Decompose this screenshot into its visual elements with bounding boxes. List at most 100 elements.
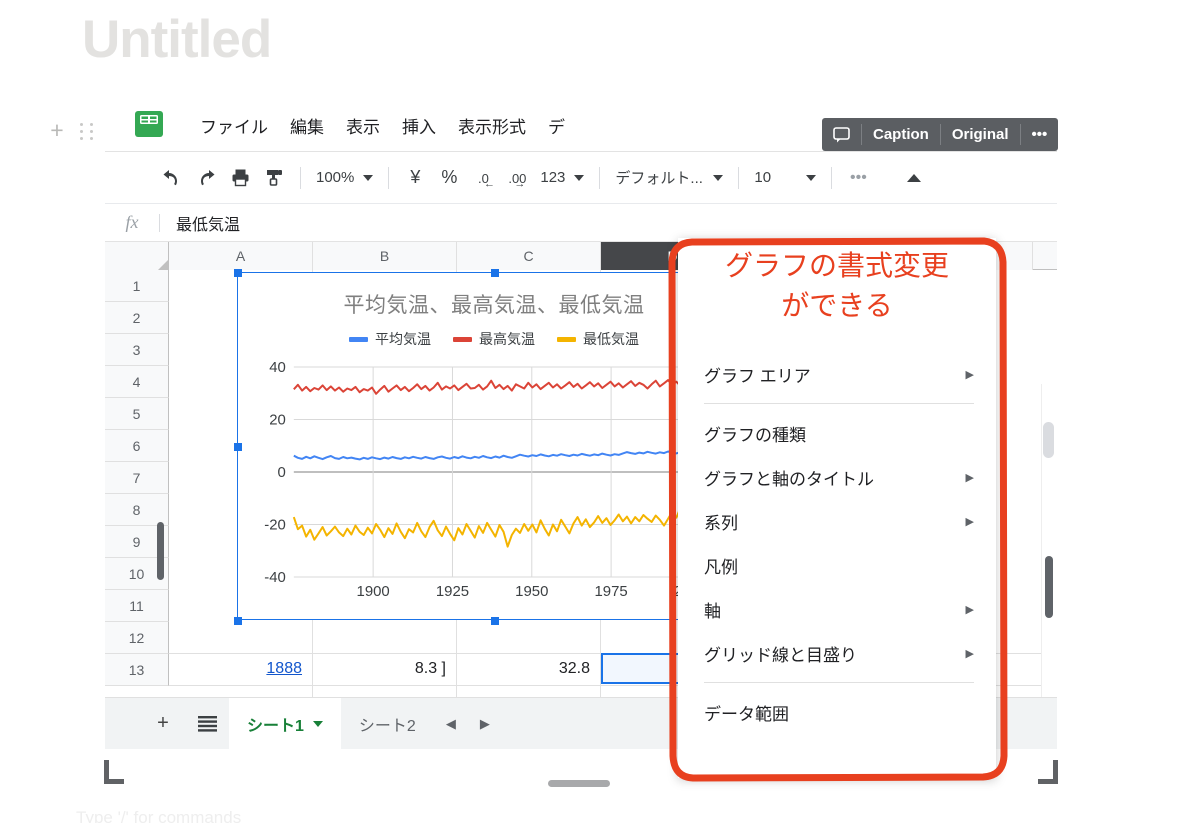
menu-item-insert[interactable]: 挿入 <box>402 113 436 138</box>
submenu-arrow-icon: ▶ <box>965 647 974 660</box>
menu-item-data[interactable]: デ <box>548 113 565 138</box>
annotation-text-line-1: グラフの書式変更 <box>724 250 949 281</box>
number-format-selector[interactable]: 123 <box>534 169 590 186</box>
percent-button[interactable]: % <box>432 163 466 193</box>
screenshot-root: Untitled + 🔗 共有 ログイン ファイル 編集 表示 挿入 <box>0 0 1200 823</box>
menu-item-file[interactable]: ファイル <box>200 113 268 138</box>
menu-series[interactable]: 系列 ▶ <box>678 499 996 543</box>
menu-data-range[interactable]: データ範囲 <box>678 690 996 734</box>
row-header[interactable]: 1 <box>105 270 169 302</box>
row-header[interactable]: 5 <box>105 398 169 430</box>
drag-handle-icon[interactable] <box>80 123 96 141</box>
comment-button[interactable] <box>822 118 861 151</box>
menu-item-list: ファイル 編集 表示 挿入 表示形式 デ <box>200 110 565 140</box>
menu-item-format[interactable]: 表示形式 <box>458 113 526 138</box>
scrollbar-thumb-outer[interactable] <box>1043 422 1054 458</box>
row-header[interactable]: 13 <box>105 654 169 686</box>
paint-format-icon[interactable] <box>257 163 291 193</box>
select-all-corner[interactable] <box>105 242 169 270</box>
menu-label: グラフ エリア <box>704 366 811 386</box>
column-header-a[interactable]: A <box>169 242 313 270</box>
redo-icon[interactable] <box>189 163 223 193</box>
row-header[interactable]: 12 <box>105 622 169 654</box>
sheet-tab-2[interactable]: シート2 <box>341 698 434 750</box>
resize-handle-w[interactable] <box>234 443 242 451</box>
chart-legend: 平均気温 最高気温 最低気温 <box>238 329 750 349</box>
legend-item-avg[interactable]: 平均気温 <box>349 329 431 349</box>
zoom-selector[interactable]: 100% <box>310 169 379 186</box>
menu-axis[interactable]: 軸 ▶ <box>678 587 996 631</box>
chevron-down-icon[interactable] <box>312 720 323 727</box>
google-sheets-icon[interactable] <box>133 110 165 140</box>
chart-series-line-1 <box>293 378 739 395</box>
menu-label: 系列 <box>704 513 738 533</box>
add-sheet-button[interactable]: + <box>141 698 185 750</box>
formula-bar[interactable]: fx 最低気温 <box>105 204 1057 242</box>
menu-item-view[interactable]: 表示 <box>346 113 380 138</box>
cell-a13[interactable]: 1888 <box>169 653 312 685</box>
prev-sheet-icon[interactable]: ◀ <box>434 698 468 750</box>
resize-handle-nw[interactable] <box>234 269 242 277</box>
collapse-toolbar-icon[interactable] <box>897 163 931 193</box>
decrease-decimal-button[interactable]: .0 ← <box>466 163 500 193</box>
column-header-c[interactable]: C <box>457 242 601 270</box>
menu-label: グラフの種類 <box>704 425 806 445</box>
cell-c13[interactable]: 32.8 <box>457 653 600 685</box>
row-header[interactable]: 11 <box>105 590 169 622</box>
resize-handle-sw[interactable] <box>234 617 242 625</box>
row-header[interactable]: 6 <box>105 430 169 462</box>
menu-legend[interactable]: 凡例 <box>678 543 996 587</box>
add-block-button[interactable]: + <box>46 119 68 142</box>
legend-item-max[interactable]: 最高気温 <box>453 329 535 349</box>
row-header[interactable]: 3 <box>105 334 169 366</box>
caption-tab[interactable]: Caption <box>862 118 940 151</box>
zoom-value: 100% <box>316 169 355 186</box>
undo-icon[interactable] <box>155 163 189 193</box>
scrollbar-thumb-inner[interactable] <box>1045 556 1053 618</box>
original-tab[interactable]: Original <box>941 118 1020 151</box>
legend-item-min[interactable]: 最低気温 <box>557 329 639 349</box>
menu-chart-type[interactable]: グラフの種類 <box>678 411 996 455</box>
next-sheet-icon[interactable]: ▶ <box>468 698 502 750</box>
increase-decimal-button[interactable]: .00 → <box>500 163 534 193</box>
page-title[interactable]: Untitled <box>82 6 272 74</box>
sheet-tab-1[interactable]: シート1 <box>229 697 341 749</box>
more-toolbar-button[interactable]: ••• <box>841 163 875 193</box>
chart-ytick-label: -40 <box>264 569 286 586</box>
chart-ytick-label: 20 <box>269 411 286 428</box>
overlay-more-button[interactable]: ••• <box>1021 118 1059 151</box>
font-size-value: 10 <box>754 169 772 186</box>
resize-handle-n[interactable] <box>491 269 499 277</box>
resize-handle-s[interactable] <box>491 617 499 625</box>
submenu-arrow-icon: ▶ <box>965 515 974 528</box>
menu-label: データ範囲 <box>704 704 789 724</box>
font-selector[interactable]: デフォルト... <box>609 167 729 188</box>
row-header[interactable]: 2 <box>105 302 169 334</box>
chart-plot-area: 40200-20-4019001925195019752000 <box>248 359 740 603</box>
chart-xtick-label: 1900 <box>357 583 390 600</box>
cell-b13[interactable]: 8.3 ] <box>313 653 456 685</box>
font-size-selector[interactable]: 10 <box>748 169 822 186</box>
chart-ytick-label: 0 <box>278 464 286 481</box>
menu-chart-axis-titles[interactable]: グラフと軸のタイトル ▶ <box>678 455 996 499</box>
menu-item-edit[interactable]: 編集 <box>290 113 324 138</box>
menu-gridlines-ticks[interactable]: グリッド線と目盛り ▶ <box>678 631 996 675</box>
column-header-b[interactable]: B <box>313 242 457 270</box>
chart-object[interactable]: 平均気温、最高気温、最低気温 平均気温 最高気温 最低気温 40 20 0 -2… <box>234 269 751 625</box>
chart-ytick-label: -20 <box>264 516 286 533</box>
all-sheets-icon[interactable] <box>185 698 229 750</box>
formula-input[interactable]: 最低気温 <box>160 211 240 235</box>
print-icon[interactable] <box>223 163 257 193</box>
sheet-tab-label: シート1 <box>247 717 304 735</box>
row-header[interactable]: 4 <box>105 366 169 398</box>
vertical-scrollbar[interactable]: ▲ ▼ <box>1041 384 1057 749</box>
submenu-arrow-icon: ▶ <box>965 471 974 484</box>
menu-chart-area[interactable]: グラフ エリア ▶ <box>678 352 996 396</box>
command-hint-text: Type '/' for commands <box>76 808 242 823</box>
row-scrollbar-thumb[interactable] <box>157 522 164 580</box>
chart-context-menu: グラフの書式変更 ができる グラフ エリア ▶ グラフの種類 グラフと軸のタイト… <box>678 238 996 778</box>
font-value: デフォルト... <box>615 170 703 187</box>
row-header[interactable]: 7 <box>105 462 169 494</box>
currency-button[interactable]: ¥ <box>398 163 432 193</box>
resize-drag-bar[interactable] <box>548 780 610 787</box>
